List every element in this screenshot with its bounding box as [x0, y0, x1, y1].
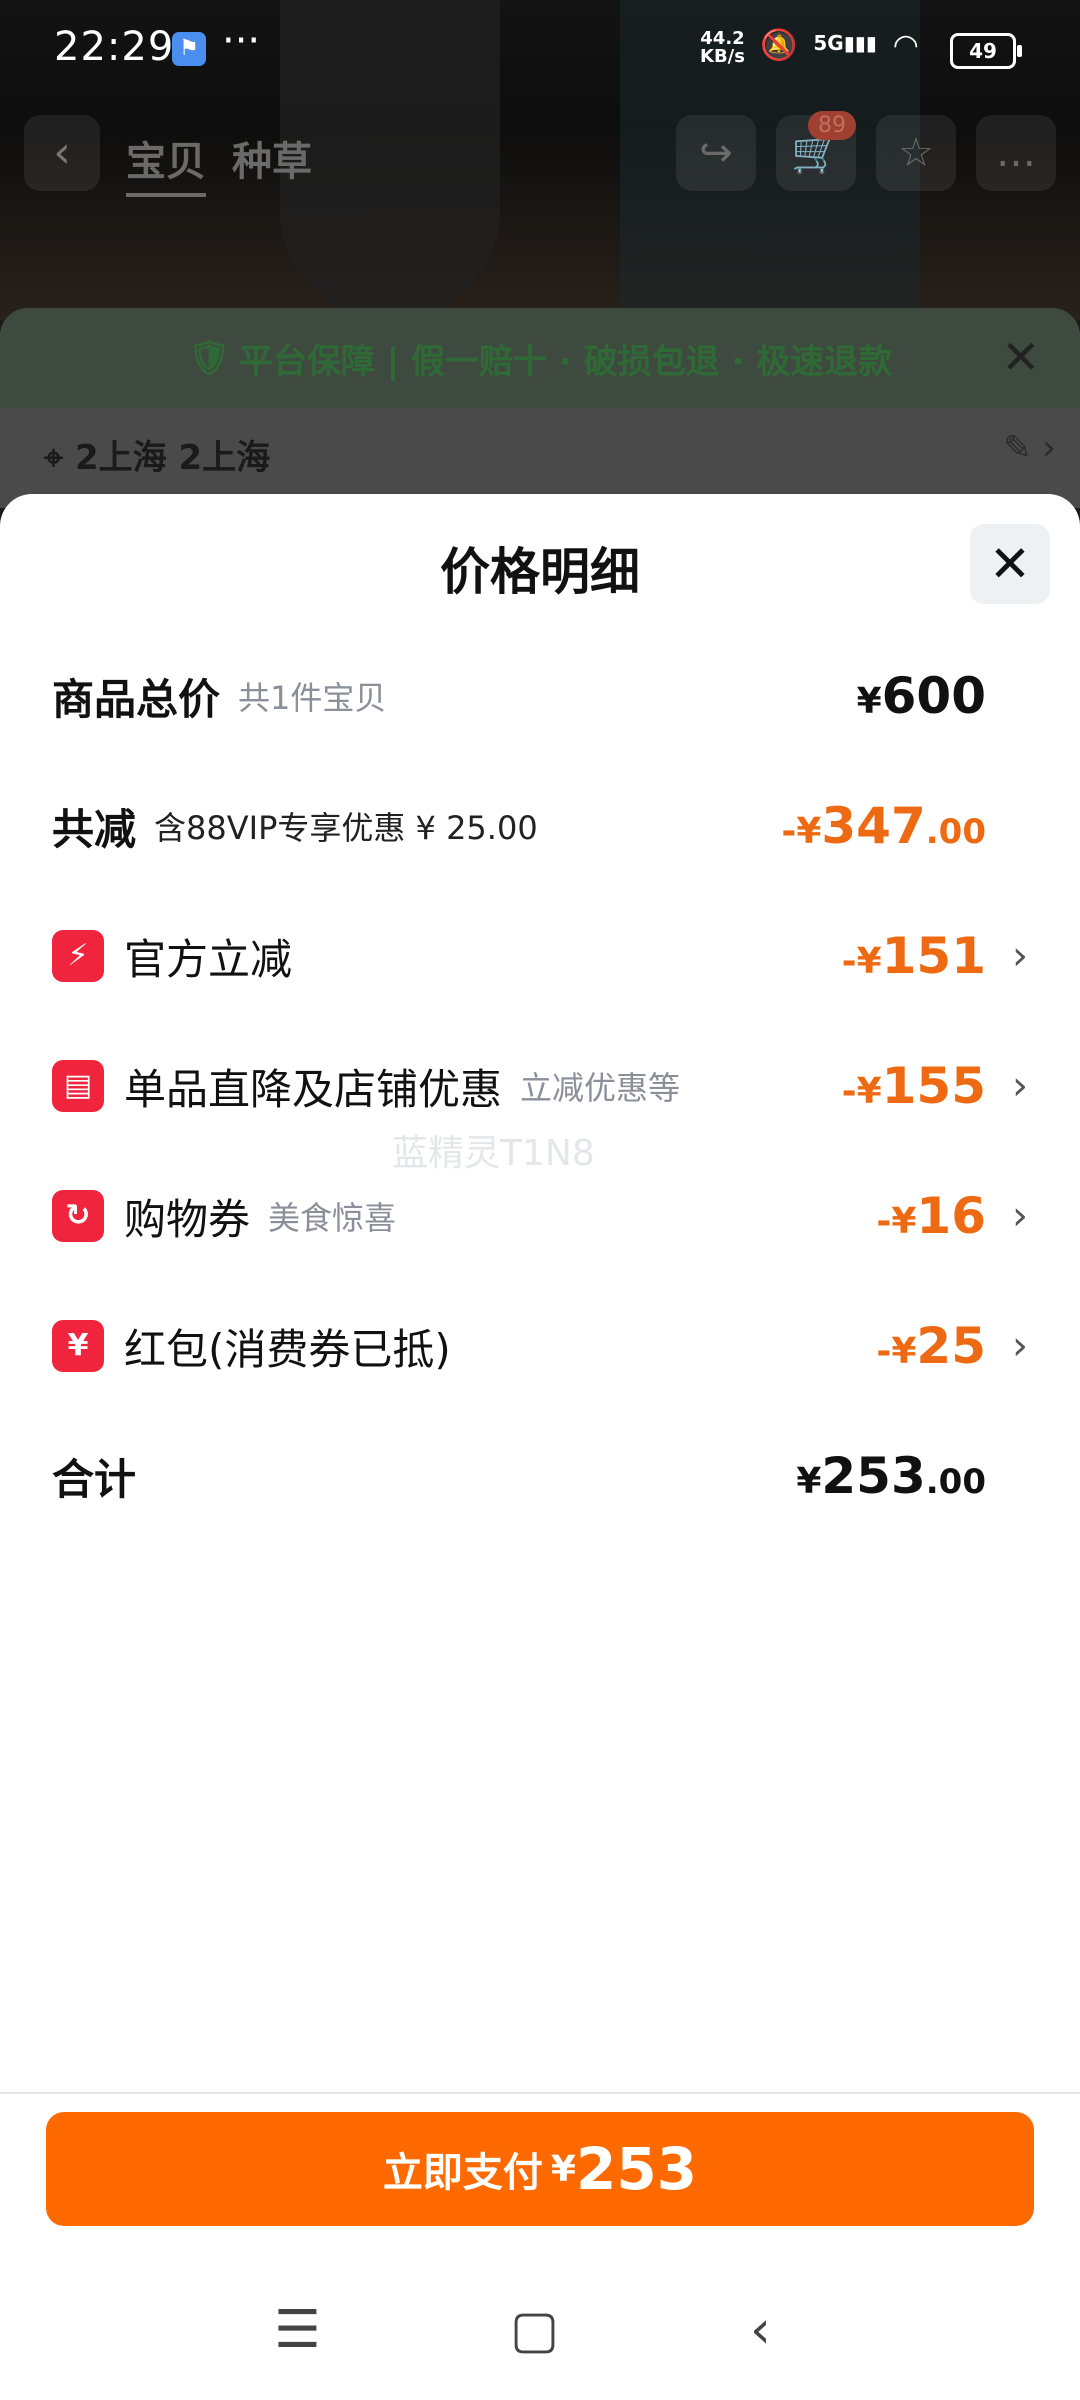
- total-discount-row: 共减 含88VIP专享优惠 ¥ 25.00 -¥347.00: [52, 786, 1028, 866]
- back-icon[interactable]: ‹: [24, 115, 100, 191]
- status-icons: 🔕 5G▮▮▮ ◠: [760, 28, 919, 63]
- subtotal-amount: ¥600: [856, 667, 986, 725]
- total-discount-amount: -¥347.00: [781, 797, 986, 855]
- net-speed: 44.2 KB/s: [700, 28, 745, 67]
- coupon-icon: ↻: [52, 1190, 104, 1242]
- address-line[interactable]: ⌖ 2上海 2上海: [44, 430, 270, 479]
- close-icon[interactable]: ✕: [1001, 330, 1040, 384]
- row-label: 商品总价: [52, 674, 221, 724]
- guarantee-text: 平台保障 | 假一赔十 · 破损包退 · 极速退款: [238, 341, 893, 382]
- menu-icon[interactable]: ☰: [274, 2300, 321, 2360]
- row-label: 合计: [52, 1454, 137, 1504]
- red-packet-icon: ¥: [52, 1320, 104, 1372]
- row-sub: 美食惊喜: [268, 1199, 397, 1237]
- shield-icon: 🛡: [187, 338, 231, 378]
- store-discount-row[interactable]: ▤ 单品直降及店铺优惠 立减优惠等 -¥155 ›: [52, 1046, 1028, 1126]
- back-nav-icon[interactable]: ‹: [750, 2300, 771, 2360]
- row-sub: 共1件宝贝: [238, 679, 387, 717]
- red-packet-row[interactable]: ¥ 红包(消费券已抵) -¥25 ›: [52, 1306, 1028, 1386]
- grand-total-amount: ¥253.00: [796, 1447, 986, 1505]
- status-bar: 22:29 ⚑ ··· 44.2 KB/s 🔕 5G▮▮▮ ◠ 49: [0, 0, 1080, 95]
- official-discount-row[interactable]: ⚡ 官方立减 -¥151 ›: [52, 916, 1028, 996]
- cart-count-badge: 89: [808, 111, 856, 140]
- grand-total-row: 合计 ¥253.00: [52, 1436, 1028, 1516]
- product-header: ‹ 宝贝 种草 ↪ 🛒 89 ☆ …: [0, 111, 1080, 215]
- order-panel-background: 🛡 平台保障 | 假一赔十 · 破损包退 · 极速退款 ✕ ⌖ 2上海 2上海 …: [0, 308, 1080, 508]
- pay-now-button[interactable]: 立即支付 ¥ 253: [46, 2112, 1034, 2226]
- home-icon[interactable]: ▢: [510, 2300, 559, 2360]
- more-icon[interactable]: …: [976, 115, 1056, 191]
- wifi-icon: ◠: [892, 28, 919, 63]
- system-nav-bar: ☰ ▢ ‹: [0, 2270, 1080, 2400]
- subtotal-row: 商品总价 共1件宝贝 ¥600: [52, 656, 1028, 736]
- row-label: 共减: [52, 804, 137, 854]
- store-discount-amount: -¥155: [841, 1057, 986, 1115]
- row-sub: 立减优惠等: [520, 1069, 681, 1107]
- chevron-right-icon: ›: [1012, 933, 1028, 979]
- sheet-title: 价格明细: [440, 543, 640, 601]
- lightning-icon: ⚡: [52, 930, 104, 982]
- shopping-coupon-amount: -¥16: [876, 1187, 986, 1245]
- app-notification-icon: ⚑: [172, 32, 206, 66]
- mute-icon: 🔕: [760, 28, 798, 63]
- signal-icon: 5G▮▮▮: [813, 31, 877, 55]
- official-discount-amount: -¥151: [841, 927, 986, 985]
- chevron-right-icon: ›: [1012, 1193, 1028, 1239]
- clock: 22:29: [54, 24, 175, 70]
- edit-address-icon[interactable]: ✎ ›: [1003, 428, 1056, 468]
- row-label: 红包(消费券已抵): [124, 1324, 451, 1374]
- pay-currency: ¥: [550, 2148, 576, 2190]
- close-button[interactable]: ✕: [970, 524, 1050, 604]
- tab-baobei[interactable]: 宝贝: [126, 129, 206, 197]
- watermark: 蓝精灵T1N8: [392, 1133, 595, 1174]
- chevron-right-icon: ›: [1012, 1063, 1028, 1109]
- share-icon[interactable]: ↪: [676, 115, 756, 191]
- row-label: 购物券: [124, 1194, 251, 1244]
- favorite-icon[interactable]: ☆: [876, 115, 956, 191]
- row-label: 官方立减: [124, 934, 293, 984]
- divider: [0, 2092, 1080, 2094]
- shopping-coupon-row[interactable]: ↻ 购物券 美食惊喜 -¥16 ›: [52, 1176, 1028, 1256]
- pay-label: 立即支付: [382, 2150, 543, 2196]
- battery-icon: 49: [950, 33, 1022, 69]
- red-packet-amount: -¥25: [876, 1317, 986, 1375]
- address-text: 2上海 2上海: [74, 438, 271, 478]
- row-label: 单品直降及店铺优惠: [124, 1064, 503, 1114]
- row-sub: 含88VIP专享优惠 ¥ 25.00: [154, 809, 538, 847]
- platform-guarantee-bar: 🛡 平台保障 | 假一赔十 · 破损包退 · 极速退款 ✕: [0, 308, 1080, 408]
- pay-amount: 253: [575, 2135, 698, 2203]
- location-icon: ⌖: [44, 438, 75, 478]
- close-icon: ✕: [989, 535, 1031, 593]
- store-icon: ▤: [52, 1060, 104, 1112]
- chevron-right-icon: ›: [1012, 1323, 1028, 1369]
- tab-zhongcao[interactable]: 种草: [232, 129, 312, 187]
- more-notifications-icon: ···: [222, 18, 261, 64]
